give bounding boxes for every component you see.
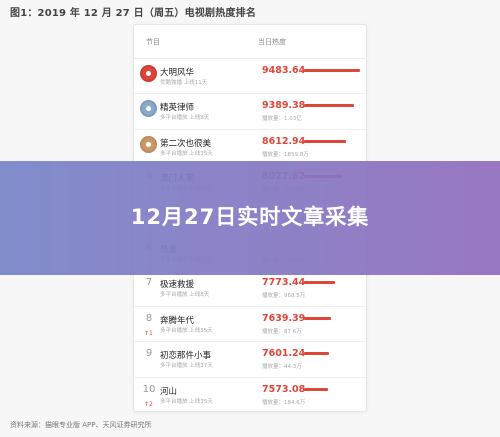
rank-number: 9 — [145, 348, 153, 360]
heat-bar — [304, 352, 329, 356]
source-note: 资料来源：猫眼专业版 APP、天风证券研究所 — [10, 421, 152, 429]
heat-bar — [304, 316, 331, 320]
program-name: 极速救援 — [160, 280, 195, 291]
program-info: 多平台播放 上线8天 — [160, 292, 210, 299]
table-row[interactable]: 8 ↑1 奔腾年代 多平台播放 上线35天 7639.39 播放量：87.6万 — [134, 307, 366, 343]
table-row[interactable]: 9 初恋那件小事 多平台播放 上线37天 7601.24 播放量：44.3万 — [134, 342, 366, 378]
heat-score: 7773.44 — [262, 277, 306, 289]
play-count: 播放量：968.5万 — [262, 293, 306, 300]
heat-bar — [304, 139, 346, 143]
program-info: 多平台播放 上线8天 — [160, 115, 210, 122]
heat-bar — [304, 69, 360, 72]
rank-number: 8 — [145, 312, 153, 324]
figure-title: 图1：2019 年 12 月 27 日（周五）电视剧热度排名 — [10, 8, 257, 19]
program-name: 大明风华 — [160, 68, 195, 78]
table-row[interactable]: 大明风华优酷独播 上线11天 9483.64 — [134, 59, 366, 95]
program-name: 奔腾年代 — [160, 315, 195, 326]
table-row[interactable]: 7 极速救援 多平台播放 上线8天 7773.44 播放量：968.5万 — [134, 271, 366, 307]
program-info: 优酷独播 上线11天 — [160, 80, 208, 86]
medal-icon — [140, 135, 157, 153]
program-name: 河山 — [160, 386, 178, 397]
rank-number: 7 — [145, 277, 153, 289]
play-count: 播放量：184.6万 — [262, 399, 306, 406]
heat-score: 9389.38 — [262, 100, 306, 112]
play-count: 播放量：1859.8万 — [262, 151, 309, 158]
heat-score: 7601.24 — [262, 348, 306, 360]
play-count: 播放量：44.3万 — [262, 364, 302, 371]
heat-bar — [304, 387, 328, 391]
table-row[interactable]: 精英律师 多平台播放 上线8天 9389.38 播放量：1.03亿 — [134, 94, 366, 130]
heat-score: 8612.94 — [262, 135, 306, 147]
program-name: 第二次也很美 — [160, 138, 212, 149]
page: 图1：2019 年 12 月 27 日（周五）电视剧热度排名 节目 当日热度 大… — [0, 0, 500, 437]
banner-title: 12月27日实时文章采集 — [130, 205, 370, 229]
medal-icon — [140, 65, 157, 82]
program-info: 多平台播放 上线35天 — [160, 327, 213, 334]
rank-change: ↑1 — [144, 329, 153, 337]
program-info: 多平台播放 上线35天 — [160, 398, 213, 405]
heat-bar — [304, 104, 354, 108]
play-count: 播放量：87.6万 — [262, 328, 302, 335]
rank-number: 10 — [142, 383, 156, 395]
program-info: 多平台播放 上线37天 — [160, 363, 213, 370]
table-row[interactable]: 第二次也很美 多平台播放 上线35天 8612.94 播放量：1859.8万 — [134, 130, 366, 166]
column-program: 节目 — [146, 37, 160, 46]
heat-bar — [304, 281, 335, 285]
heat-score: 7639.39 — [262, 312, 306, 324]
medal-icon — [140, 100, 157, 118]
program-info: 多平台播放 上线35天 — [160, 150, 213, 157]
column-heat: 当日热度 — [258, 37, 286, 46]
program-name: 初恋那件小事 — [160, 351, 212, 362]
table-row[interactable]: 10 ↑2 河山 多平台播放 上线35天 7573.08 播放量：184.6万 — [134, 378, 366, 413]
play-count: 播放量：1.03亿 — [262, 116, 302, 123]
rank-change: ↑2 — [144, 400, 153, 408]
heat-score: 7573.08 — [262, 383, 306, 395]
table-header: 节目 当日热度 — [134, 25, 366, 59]
heat-score: 9483.64 — [262, 65, 306, 76]
program-name: 精英律师 — [160, 103, 195, 114]
